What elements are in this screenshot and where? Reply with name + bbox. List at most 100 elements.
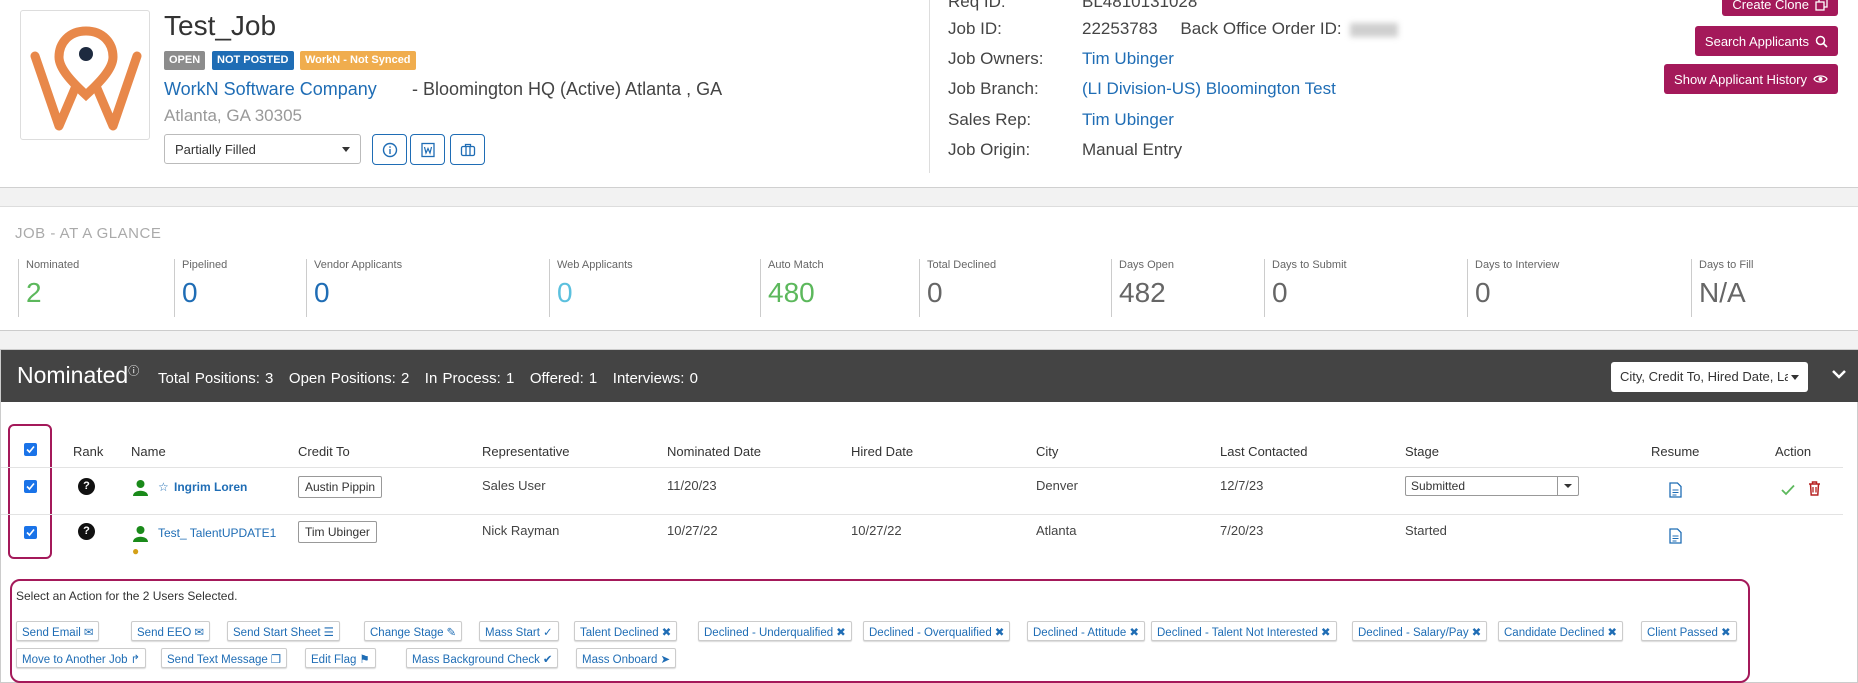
action-button-talent-declined[interactable]: Talent Declined ✖ bbox=[574, 621, 678, 641]
row-checkbox[interactable] bbox=[24, 480, 37, 493]
columns-select-value: City, Credit To, Hired Date, Last Contac… bbox=[1620, 369, 1788, 384]
show-history-label: Show Applicant History bbox=[1674, 71, 1807, 87]
action-button-send-eeo[interactable]: Send EEO ✉ bbox=[131, 621, 210, 641]
action-button-mass-onboard[interactable]: Mass Onboard ➤ bbox=[576, 648, 677, 668]
chevron-down-icon bbox=[342, 147, 350, 152]
col-last-contacted[interactable]: Last Contacted bbox=[1220, 444, 1307, 459]
job-owners-link[interactable]: Tim Ubinger bbox=[1082, 49, 1174, 69]
action-label: Change Stage bbox=[370, 627, 444, 639]
check-icon[interactable] bbox=[1781, 484, 1795, 496]
action-button-mass-background-check[interactable]: Mass Background Check ✔ bbox=[406, 648, 559, 668]
collapse-chevron-icon[interactable] bbox=[1829, 364, 1849, 384]
resume-document-icon[interactable] bbox=[1669, 528, 1682, 544]
share-icon: ↱ bbox=[130, 654, 141, 666]
stat-label: Total Declined bbox=[927, 259, 997, 271]
col-rank[interactable]: Rank bbox=[73, 444, 103, 459]
action-button-move-to-another-job[interactable]: Move to Another Job ↱ bbox=[16, 648, 147, 668]
chevron-down-icon bbox=[1791, 375, 1799, 380]
action-button-client-passed[interactable]: Client Passed ✖ bbox=[1641, 621, 1737, 641]
row-checkbox[interactable] bbox=[24, 526, 37, 539]
action-button-declined-salary-pay[interactable]: Declined - Salary/Pay ✖ bbox=[1352, 621, 1488, 641]
action-label: Declined - Overqualified bbox=[869, 627, 992, 639]
candidate-name-link[interactable]: Test_ TalentUPDATE1 bbox=[158, 526, 276, 540]
stat-nominated[interactable]: Nominated 2 bbox=[18, 259, 79, 317]
user-x-icon: ✖ bbox=[1607, 627, 1618, 639]
glance-title: JOB - AT A GLANCE bbox=[15, 225, 162, 242]
stat-label: Pipelined bbox=[182, 259, 228, 271]
status-badge-sync: WorkN - Not Synced bbox=[300, 51, 416, 70]
stat-label: Days to Interview bbox=[1475, 259, 1560, 271]
word-doc-button[interactable] bbox=[410, 134, 445, 165]
fill-status-select[interactable]: Partially Filled bbox=[164, 134, 361, 164]
action-button-edit-flag[interactable]: Edit Flag ⚑ bbox=[305, 648, 376, 668]
action-button-declined-overqualified[interactable]: Declined - Overqualified ✖ bbox=[863, 621, 1011, 641]
action-button-send-text-message[interactable]: Send Text Message ❐ bbox=[161, 648, 288, 668]
user-x-icon: ✖ bbox=[1320, 627, 1331, 639]
action-label: Mass Start bbox=[485, 627, 540, 639]
stat-web-applicants[interactable]: Web Applicants 0 bbox=[549, 259, 633, 317]
stat-total-declined[interactable]: Total Declined 0 bbox=[919, 259, 996, 317]
action-label: Send Text Message bbox=[167, 654, 268, 666]
col-name[interactable]: Name bbox=[131, 444, 166, 459]
representative: Nick Rayman bbox=[482, 523, 560, 538]
columns-select[interactable]: City, Credit To, Hired Date, Last Contac… bbox=[1611, 362, 1808, 392]
col-credit-to[interactable]: Credit To bbox=[298, 444, 350, 459]
representative: Sales User bbox=[482, 478, 546, 493]
flag-sun-icon: ● bbox=[132, 544, 140, 558]
user-x-icon: ✖ bbox=[1471, 627, 1482, 639]
last-contacted: 7/20/23 bbox=[1220, 523, 1264, 538]
info-icon[interactable]: ⓘ bbox=[128, 365, 139, 377]
action-button-candidate-declined[interactable]: Candidate Declined ✖ bbox=[1498, 621, 1624, 641]
sales-rep-link[interactable]: Tim Ubinger bbox=[1082, 110, 1174, 130]
action-label: Talent Declined bbox=[580, 627, 659, 639]
action-button-declined-underqualified[interactable]: Declined - Underqualified ✖ bbox=[698, 621, 852, 641]
candidate-name-link[interactable]: Ingrim Loren bbox=[174, 480, 247, 494]
stat-value: 0 bbox=[557, 277, 573, 308]
nominated-panel: Nominatedⓘ Total Positions: 3 Open Posit… bbox=[0, 349, 1858, 683]
action-button-change-stage[interactable]: Change Stage ✎ bbox=[364, 621, 463, 641]
col-resume: Resume bbox=[1651, 444, 1700, 459]
select-all-checkbox[interactable] bbox=[24, 443, 37, 456]
rank-unknown-icon: ? bbox=[78, 478, 95, 495]
col-hired-date[interactable]: Hired Date bbox=[851, 444, 913, 459]
col-representative[interactable]: Representative bbox=[482, 444, 569, 459]
stat-vendor-applicants[interactable]: Vendor Applicants 0 bbox=[306, 259, 402, 317]
action-label: Edit Flag bbox=[311, 654, 357, 666]
resume-document-icon[interactable] bbox=[1669, 482, 1682, 498]
nominated-header-bar: Nominatedⓘ Total Positions: 3 Open Posit… bbox=[1, 350, 1858, 402]
briefcase-button[interactable] bbox=[450, 134, 485, 165]
action-button-mass-start[interactable]: Mass Start ✓ bbox=[479, 621, 559, 641]
trash-icon[interactable] bbox=[1808, 481, 1821, 496]
job-branch-link[interactable]: (LI Division-US) Bloomington Test bbox=[1082, 79, 1336, 99]
stat-pipelined[interactable]: Pipelined 0 bbox=[174, 259, 227, 317]
action-button-declined-attitude[interactable]: Declined - Attitude ✖ bbox=[1027, 621, 1145, 641]
create-clone-button[interactable]: Create Clone bbox=[1722, 0, 1838, 16]
col-stage[interactable]: Stage bbox=[1405, 444, 1439, 459]
stat-days-to-interview: Days to Interview 0 bbox=[1467, 259, 1559, 317]
action-label: Mass Background Check bbox=[412, 654, 540, 666]
col-nominated-date[interactable]: Nominated Date bbox=[667, 444, 761, 459]
show-history-button[interactable]: Show Applicant History bbox=[1664, 64, 1838, 94]
req-id-label: Req ID: bbox=[948, 0, 1006, 11]
envelope-icon: ✉ bbox=[83, 627, 94, 639]
action-button-declined-talent-not-interested[interactable]: Declined - Talent Not Interested ✖ bbox=[1151, 621, 1337, 641]
stat-auto-match[interactable]: Auto Match 480 bbox=[760, 259, 824, 317]
nominated-summary: Total Positions: 3 Open Positions: 2 In … bbox=[158, 370, 698, 387]
action-button-send-start-sheet[interactable]: Send Start Sheet ☰ bbox=[227, 621, 340, 641]
col-city[interactable]: City bbox=[1036, 444, 1058, 459]
job-id-label: Job ID: bbox=[948, 19, 1002, 38]
city: Denver bbox=[1036, 478, 1078, 493]
user-x-icon: ✖ bbox=[994, 627, 1005, 639]
stage-select[interactable]: Submitted bbox=[1405, 476, 1579, 496]
doc-icon: ☰ bbox=[323, 627, 334, 639]
action-button-send-email[interactable]: Send Email ✉ bbox=[16, 621, 100, 641]
star-icon[interactable]: ☆ bbox=[158, 480, 169, 494]
divider bbox=[929, 0, 930, 173]
fill-status-value: Partially Filled bbox=[175, 142, 256, 157]
company-link[interactable]: WorkN Software Company bbox=[164, 79, 377, 100]
job-owners-label: Job Owners: bbox=[948, 49, 1044, 68]
action-label: Send Email bbox=[22, 627, 81, 639]
stat-label: Days to Submit bbox=[1272, 259, 1347, 271]
search-applicants-button[interactable]: Search Applicants bbox=[1694, 26, 1838, 56]
info-button[interactable] bbox=[372, 134, 407, 165]
